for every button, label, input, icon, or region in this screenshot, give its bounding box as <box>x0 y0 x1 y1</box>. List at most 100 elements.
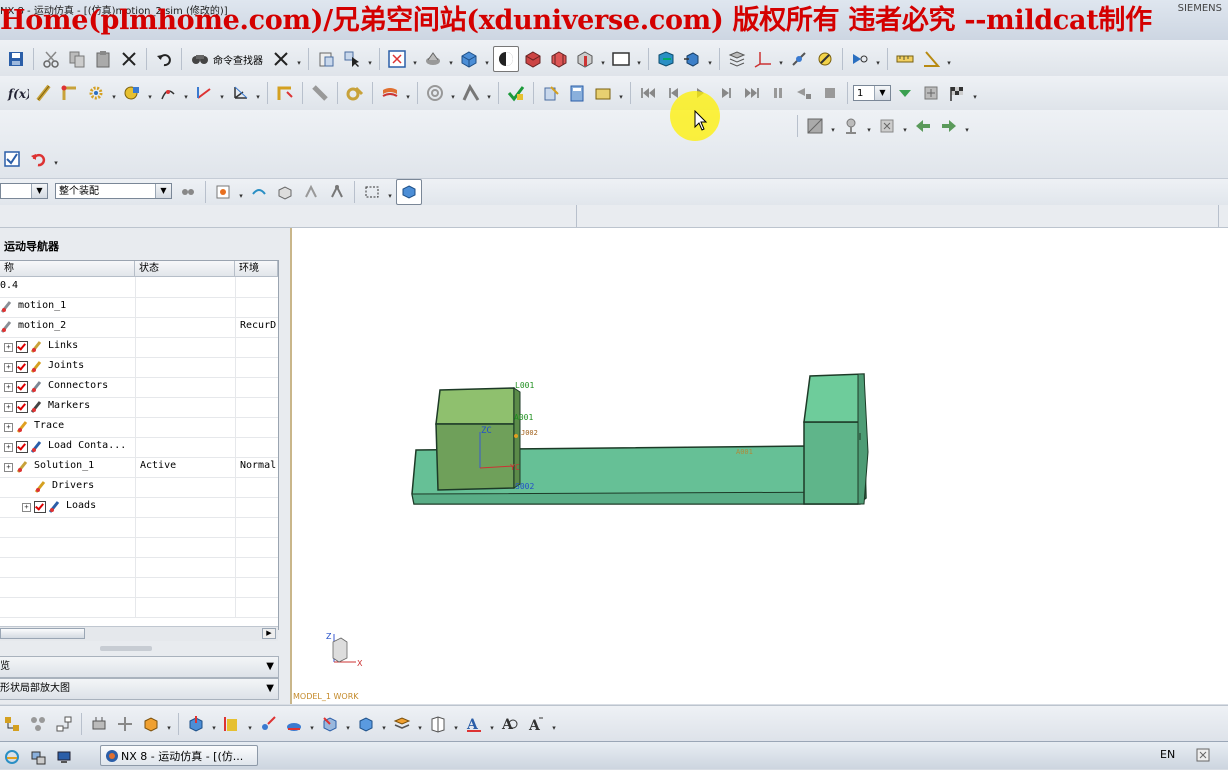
calculator-icon[interactable] <box>565 81 589 105</box>
desktop-icon[interactable] <box>52 745 76 769</box>
selection-scope-combo[interactable]: 整个装配 ▼ <box>55 183 172 199</box>
forward-end-icon[interactable] <box>740 81 764 105</box>
analysis-icon[interactable] <box>813 47 837 71</box>
chevron-down-icon[interactable]: ▾ <box>874 47 882 71</box>
chevron-down-icon[interactable]: ▾ <box>945 47 953 71</box>
navigator-row[interactable] <box>0 537 278 558</box>
wcs-icon[interactable] <box>751 47 775 71</box>
cut-icon[interactable] <box>39 47 63 71</box>
hole-icon[interactable] <box>256 712 280 736</box>
column-header-name[interactable]: 称 <box>0 261 135 277</box>
snap-grid-icon[interactable] <box>211 180 235 204</box>
chevron-down-icon[interactable]: ▾ <box>635 47 643 71</box>
mate-icon[interactable] <box>87 712 111 736</box>
cable-icon[interactable] <box>308 81 332 105</box>
navigator-row[interactable]: + Loads <box>0 497 278 518</box>
taskbar-item-nx8[interactable]: NX 8 - 运动仿真 - [(仿... <box>100 745 258 766</box>
background-icon[interactable] <box>609 47 633 71</box>
navigator-row[interactable]: Drivers <box>0 477 278 498</box>
chevron-down-icon[interactable]: ▾ <box>865 114 873 138</box>
visibility-checkbox[interactable] <box>16 441 28 453</box>
navigator-row[interactable]: motion_2 RecurD <box>0 317 278 338</box>
chevron-down-icon[interactable]: ▾ <box>210 712 218 736</box>
visibility-checkbox[interactable] <box>16 361 28 373</box>
navigator-row[interactable]: motion_1 <box>0 297 278 318</box>
chevron-down-icon[interactable]: ▾ <box>366 47 374 71</box>
undo-icon[interactable] <box>152 47 176 71</box>
draft-icon[interactable] <box>282 712 306 736</box>
preview-panel-header[interactable]: 览 ▼ <box>0 656 279 678</box>
chevron-down-icon[interactable]: ▾ <box>411 47 419 71</box>
bushing-icon[interactable] <box>423 81 447 105</box>
chevron-down-icon[interactable]: ▾ <box>52 147 60 171</box>
vector-icon[interactable] <box>192 81 216 105</box>
orange-block-icon[interactable] <box>139 712 163 736</box>
visibility-checkbox[interactable] <box>34 501 46 513</box>
gear-icon[interactable] <box>84 81 108 105</box>
chevron-down-icon[interactable]: ▾ <box>971 81 979 105</box>
navigator-row[interactable]: 0.4 <box>0 277 278 298</box>
measure-distance-icon[interactable] <box>893 47 917 71</box>
expand-toggle[interactable]: + <box>4 363 13 372</box>
visibility-checkbox[interactable] <box>16 381 28 393</box>
csys-icon[interactable] <box>228 81 252 105</box>
expand-toggle[interactable]: + <box>22 503 31 512</box>
select-cursor-icon[interactable] <box>340 47 364 71</box>
step-forward-icon[interactable] <box>714 81 738 105</box>
chevron-down-icon[interactable]: ▼ <box>31 184 47 198</box>
layer-settings-icon[interactable] <box>725 47 749 71</box>
rewind-start-icon[interactable] <box>636 81 660 105</box>
expand-toggle[interactable]: + <box>4 423 13 432</box>
ie-icon[interactable] <box>0 745 24 769</box>
curve-on-curve-icon[interactable] <box>459 81 483 105</box>
expression-icon[interactable]: f(x) <box>6 81 30 105</box>
select-feature-icon[interactable] <box>299 180 323 204</box>
blend-icon[interactable] <box>354 712 378 736</box>
interference-icon[interactable] <box>803 114 827 138</box>
assembly-icon[interactable] <box>0 712 24 736</box>
finish-flag-icon[interactable] <box>945 81 969 105</box>
delete-icon[interactable] <box>117 47 141 71</box>
expand-toggle[interactable]: + <box>4 343 13 352</box>
checkbox-toggle-icon[interactable] <box>0 147 24 171</box>
navigator-row[interactable]: + Solution_1 Active Normal <box>0 457 278 478</box>
extrude-icon[interactable] <box>184 712 208 736</box>
record-icon[interactable] <box>792 81 816 105</box>
spring-icon[interactable] <box>120 81 144 105</box>
rectangle-select-icon[interactable] <box>360 180 384 204</box>
annotation-icon[interactable]: A <box>524 712 548 736</box>
scroll-thumb[interactable] <box>0 628 85 639</box>
select-curve-icon[interactable] <box>247 180 271 204</box>
chevron-down-icon[interactable]: ▾ <box>404 81 412 105</box>
move-component-icon[interactable] <box>680 47 704 71</box>
driver-icon[interactable] <box>273 81 297 105</box>
chevron-down-icon[interactable]: ▾ <box>380 712 388 736</box>
chevron-down-icon[interactable]: ▾ <box>777 47 785 71</box>
visibility-checkbox[interactable] <box>16 341 28 353</box>
clip-section-icon[interactable] <box>573 47 597 71</box>
graphing-icon[interactable] <box>591 81 615 105</box>
view-cube-icon[interactable] <box>396 179 422 205</box>
component-group-icon[interactable] <box>26 712 50 736</box>
chevron-down-icon[interactable]: ▾ <box>295 47 303 71</box>
chevron-down-icon[interactable]: ▾ <box>165 712 173 736</box>
expand-toggle[interactable]: + <box>4 443 13 452</box>
chevron-down-icon[interactable]: ▾ <box>218 81 226 105</box>
column-header-status[interactable]: 状态 <box>135 261 235 277</box>
visibility-checkbox[interactable] <box>16 401 28 413</box>
model-viewport[interactable]: ZC YC L001 A001 J002 S002 A001 Z X <box>292 228 1228 704</box>
select-component-icon[interactable] <box>325 180 349 204</box>
chevron-down-icon[interactable]: ▾ <box>449 81 457 105</box>
navigator-row[interactable] <box>0 577 278 598</box>
chevron-down-icon[interactable]: ▾ <box>452 712 460 736</box>
chevron-down-icon[interactable]: ▾ <box>485 81 493 105</box>
shell-icon[interactable] <box>318 712 342 736</box>
expand-toggle[interactable]: + <box>4 463 13 472</box>
chevron-down-icon[interactable]: ▾ <box>246 712 254 736</box>
chevron-down-icon[interactable]: ▼ <box>155 184 171 198</box>
chevron-down-icon[interactable]: ▾ <box>237 180 245 204</box>
scroll-right-arrow[interactable]: ▶ <box>262 628 276 639</box>
type-filter-combo[interactable]: ▼ <box>0 183 48 199</box>
shaded-cube-icon[interactable] <box>457 47 481 71</box>
assembly-constraint-icon[interactable] <box>654 47 678 71</box>
